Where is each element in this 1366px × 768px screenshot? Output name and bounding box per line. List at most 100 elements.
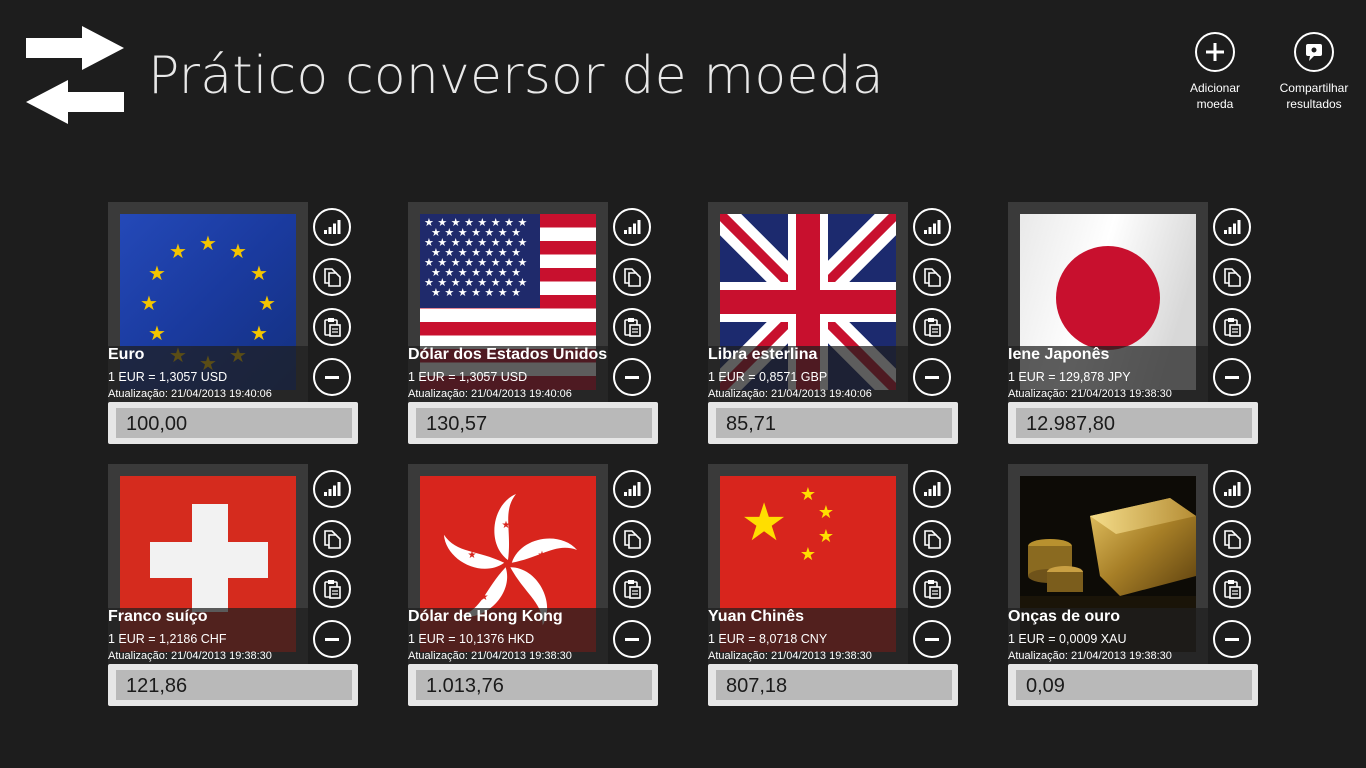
chart-button[interactable] — [313, 470, 351, 508]
remove-button[interactable] — [913, 620, 951, 658]
svg-text:★: ★ — [140, 291, 158, 315]
svg-text:★: ★ — [818, 526, 834, 547]
remove-button[interactable] — [1213, 620, 1251, 658]
copy-button[interactable] — [913, 520, 951, 558]
remove-button[interactable] — [1213, 358, 1251, 396]
paste-button[interactable] — [913, 570, 951, 608]
svg-text:★: ★ — [468, 550, 477, 561]
chart-icon — [1224, 220, 1241, 234]
currency-name: Onças de ouro — [1008, 608, 1121, 625]
copy-button[interactable] — [313, 520, 351, 558]
minus-icon — [925, 376, 939, 379]
currency-name: Yuan Chinês — [708, 608, 805, 625]
exchange-rate: 1 EUR = 1,2186 CHF — [108, 632, 227, 646]
amount-input[interactable]: 12.987,80 — [1008, 402, 1258, 444]
exchange-rate: 1 EUR = 0,8571 GBP — [708, 370, 828, 384]
remove-button[interactable] — [313, 620, 351, 658]
svg-text:★: ★ — [169, 239, 187, 263]
paste-icon — [624, 579, 641, 599]
update-time: Atualização: 21/04/2013 19:40:06 — [708, 388, 872, 400]
minus-icon — [1225, 638, 1239, 641]
currency-tile-cny: ★ ★ ★ ★ ★ Yuan Chinês 1 EUR = 8,0718 CNY At… — [708, 464, 1008, 708]
add-currency-label: Adicionar moeda — [1189, 81, 1241, 111]
currency-tile-hkd: ★ ★ ★ ★ ★ Dólar de Hong Kong 1 EUR = 10,1376… — [408, 464, 708, 708]
svg-text:★: ★ — [148, 261, 166, 285]
copy-button[interactable] — [613, 258, 651, 296]
svg-text:★: ★ — [538, 550, 547, 561]
currency-tile-gbp: Libra esterlina 1 EUR = 0,8571 GBP Atual… — [708, 202, 1008, 446]
update-time: Atualização: 21/04/2013 19:38:30 — [1008, 650, 1172, 662]
amount-input[interactable]: 1.013,76 — [408, 664, 658, 706]
paste-button[interactable] — [913, 308, 951, 346]
share-results-label: Compartilhar resultados — [1279, 81, 1349, 111]
exchange-rate: 1 EUR = 10,1376 HKD — [408, 632, 535, 646]
share-results-button[interactable]: Compartilhar resultados — [1264, 32, 1364, 112]
paste-icon — [624, 317, 641, 337]
chart-icon — [924, 220, 941, 234]
currency-name: Iene Japonês — [1008, 346, 1110, 363]
amount-input[interactable]: 807,18 — [708, 664, 958, 706]
chart-button[interactable] — [313, 208, 351, 246]
svg-text:★: ★ — [502, 520, 511, 531]
remove-button[interactable] — [913, 358, 951, 396]
svg-text:★: ★ — [818, 502, 834, 523]
paste-icon — [924, 317, 941, 337]
update-time: Atualização: 21/04/2013 19:38:30 — [708, 650, 872, 662]
svg-text:★: ★ — [800, 544, 816, 565]
chart-button[interactable] — [1213, 208, 1251, 246]
paste-button[interactable] — [613, 308, 651, 346]
amount-input[interactable]: 100,00 — [108, 402, 358, 444]
amount-input[interactable]: 121,86 — [108, 664, 358, 706]
minus-icon — [325, 376, 339, 379]
currency-name: Dólar dos Estados Unidos — [408, 346, 608, 363]
update-time: Atualização: 21/04/2013 19:38:30 — [1008, 388, 1172, 400]
currency-tile-chf: Franco suíço 1 EUR = 1,2186 CHF Atualiza… — [108, 464, 408, 708]
copy-icon — [924, 530, 941, 549]
amount-input[interactable]: 130,57 — [408, 402, 658, 444]
minus-icon — [625, 638, 639, 641]
chart-button[interactable] — [913, 208, 951, 246]
remove-button[interactable] — [613, 358, 651, 396]
copy-button[interactable] — [313, 258, 351, 296]
add-currency-button[interactable]: Adicionar moeda — [1165, 32, 1265, 112]
update-time: Atualização: 21/04/2013 19:38:30 — [108, 650, 272, 662]
paste-button[interactable] — [613, 570, 651, 608]
copy-button[interactable] — [613, 520, 651, 558]
copy-button[interactable] — [1213, 258, 1251, 296]
currency-tile-euro: ★★★★★★★★★★★★ Euro 1 EUR = 1,3057 USD Atu… — [108, 202, 408, 446]
exchange-rate: 1 EUR = 1,3057 USD — [408, 370, 528, 384]
chart-icon — [924, 482, 941, 496]
currency-name: Libra esterlina — [708, 346, 818, 363]
minus-icon — [325, 638, 339, 641]
update-time: Atualização: 21/04/2013 19:40:06 — [108, 388, 272, 400]
chart-button[interactable] — [1213, 470, 1251, 508]
svg-text:★: ★ — [800, 484, 816, 505]
remove-button[interactable] — [313, 358, 351, 396]
svg-text:★: ★ — [199, 231, 217, 255]
remove-button[interactable] — [613, 620, 651, 658]
currency-tile-xau: Onças de ouro 1 EUR = 0,0009 XAU Atualiz… — [1008, 464, 1308, 708]
copy-icon — [324, 268, 341, 287]
paste-icon — [924, 579, 941, 599]
svg-text:★: ★ — [480, 592, 489, 603]
amount-input[interactable]: 85,71 — [708, 402, 958, 444]
exchange-rate: 1 EUR = 8,0718 CNY — [708, 632, 828, 646]
amount-input[interactable]: 0,09 — [1008, 664, 1258, 706]
paste-button[interactable] — [313, 308, 351, 346]
svg-text:★: ★ — [258, 291, 276, 315]
chart-button[interactable] — [613, 470, 651, 508]
copy-button[interactable] — [1213, 520, 1251, 558]
copy-icon — [624, 530, 641, 549]
copy-button[interactable] — [913, 258, 951, 296]
paste-button[interactable] — [313, 570, 351, 608]
chart-button[interactable] — [913, 470, 951, 508]
svg-text:★ ★ ★ ★ ★ ★ ★: ★ ★ ★ ★ ★ ★ ★ — [431, 286, 521, 299]
paste-icon — [324, 579, 341, 599]
paste-button[interactable] — [1213, 308, 1251, 346]
copy-icon — [324, 530, 341, 549]
copy-icon — [1224, 530, 1241, 549]
swap-arrows-icon — [26, 26, 124, 124]
paste-button[interactable] — [1213, 570, 1251, 608]
chart-button[interactable] — [613, 208, 651, 246]
share-icon — [1294, 32, 1334, 72]
